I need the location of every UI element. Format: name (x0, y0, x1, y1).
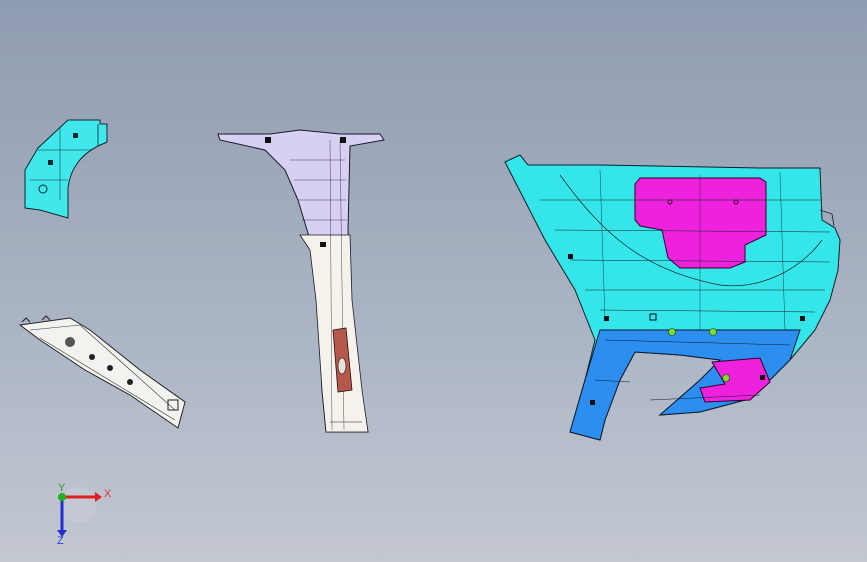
axis-triad: X Y Z (57, 482, 112, 547)
triad-disc (60, 487, 96, 523)
pillar-trim-part[interactable] (217, 129, 385, 433)
z-axis-label: Z (57, 535, 64, 547)
cad-viewport[interactable]: X Y Z (0, 0, 867, 562)
y-axis-dot (58, 493, 66, 501)
upper-left-bracket-part[interactable] (24, 119, 108, 219)
quarter-trim-panel-part[interactable] (504, 154, 841, 441)
x-axis-arrowhead (95, 492, 102, 502)
x-axis-label: X (104, 488, 112, 500)
lower-left-trim-strip-part[interactable] (18, 315, 186, 429)
model-canvas[interactable]: X Y Z (0, 0, 867, 562)
y-axis-label: Y (58, 482, 66, 494)
